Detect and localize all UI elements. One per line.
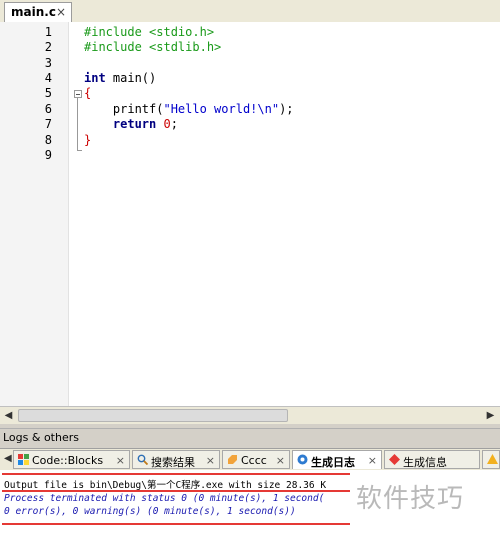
- highlight-underline: [2, 523, 350, 525]
- close-icon[interactable]: ×: [56, 5, 66, 19]
- file-tab-main-c[interactable]: main.c ×: [4, 2, 72, 22]
- code-line-6: printf("Hello world!\n");: [84, 102, 294, 116]
- logs-tab-bar: ◀ Code::Blocks × 搜索结果 × Cccc × 生成日志 × 生成…: [0, 448, 500, 471]
- log-line-output: Output file is bin\Debug\第一个C程序.exe with…: [4, 480, 327, 491]
- tab-cccc[interactable]: Cccc ×: [222, 450, 290, 469]
- fold-toggle-icon[interactable]: [74, 90, 82, 98]
- tab-label: Cccc: [241, 454, 267, 467]
- tab-search-results[interactable]: 搜索结果 ×: [132, 450, 220, 469]
- code-line-5: {: [84, 86, 92, 100]
- build-info-icon: [389, 454, 400, 465]
- close-icon[interactable]: ×: [206, 454, 215, 467]
- code-text: printf(: [84, 102, 164, 116]
- tab-label: 生成日志: [311, 456, 355, 469]
- warning-icon: [487, 454, 498, 464]
- editor-tab-bar: main.c ×: [0, 0, 500, 23]
- code-line-8: }: [84, 133, 92, 147]
- watermark-text: 软件技巧: [356, 484, 465, 514]
- tab-build-log[interactable]: 生成日志 ×: [292, 450, 382, 469]
- tab-scroll-left-icon[interactable]: ◀: [4, 453, 12, 464]
- scroll-right-arrow-icon[interactable]: ▶: [484, 409, 497, 422]
- tab-label: 搜索结果: [151, 456, 195, 469]
- string-literal: "Hello world!\n": [163, 102, 280, 116]
- line-number: 6: [44, 102, 52, 116]
- highlight-underline: [2, 473, 350, 475]
- tab-code-blocks[interactable]: Code::Blocks ×: [13, 450, 130, 469]
- file-tab-label: main.c: [11, 5, 56, 19]
- tab-overflow[interactable]: [482, 450, 500, 469]
- code-text: ;: [170, 117, 178, 131]
- log-line-summary: 0 error(s), 0 warning(s) (0 minute(s), 1…: [4, 506, 296, 517]
- tab-label: 生成信息: [403, 456, 447, 469]
- line-number: 2: [44, 40, 52, 54]
- close-icon[interactable]: ×: [276, 454, 285, 467]
- cccc-icon: [228, 455, 237, 464]
- log-line-process: Process terminated with status 0 (0 minu…: [4, 493, 325, 504]
- line-number: 3: [44, 56, 52, 70]
- line-number: 7: [44, 117, 52, 131]
- scroll-left-arrow-icon[interactable]: ◀: [2, 409, 15, 422]
- highlight-underline: [2, 490, 350, 492]
- code-line-1: #include <stdio.h>: [84, 25, 215, 39]
- code-line-7: return 0;: [84, 117, 178, 131]
- number-literal: 0: [156, 117, 171, 131]
- logs-panel-title: Logs & others: [0, 428, 500, 447]
- keyword-return: return: [84, 117, 157, 131]
- search-icon: [137, 454, 148, 465]
- code-line-2: #include <stdlib.h>: [84, 40, 222, 54]
- line-number: 1: [44, 25, 52, 39]
- close-icon[interactable]: ×: [116, 454, 125, 467]
- line-number: 8: [44, 133, 52, 147]
- code-line-4: int main(): [84, 71, 156, 85]
- code-editor[interactable]: 1 2 3 4 5 6 7 8 9 #include <stdio.h> #in…: [0, 22, 500, 406]
- code-text: main(): [105, 71, 157, 85]
- close-icon[interactable]: ×: [368, 454, 377, 467]
- line-number: 9: [44, 148, 52, 162]
- codeblocks-icon: [18, 454, 29, 465]
- build-log-icon: [297, 454, 308, 465]
- code-text: );: [279, 102, 294, 116]
- keyword-int: int: [84, 71, 106, 85]
- logs-title-label: Logs & others: [3, 431, 79, 444]
- tab-label: Code::Blocks: [32, 454, 104, 467]
- tab-build-messages[interactable]: 生成信息: [384, 450, 480, 469]
- scrollbar-thumb[interactable]: [18, 409, 288, 422]
- line-number: 5: [44, 86, 52, 100]
- horizontal-scrollbar[interactable]: ◀ ▶: [0, 406, 500, 424]
- fold-guide: [77, 98, 78, 150]
- fold-end-marker: [77, 150, 82, 151]
- line-number: 4: [44, 71, 52, 85]
